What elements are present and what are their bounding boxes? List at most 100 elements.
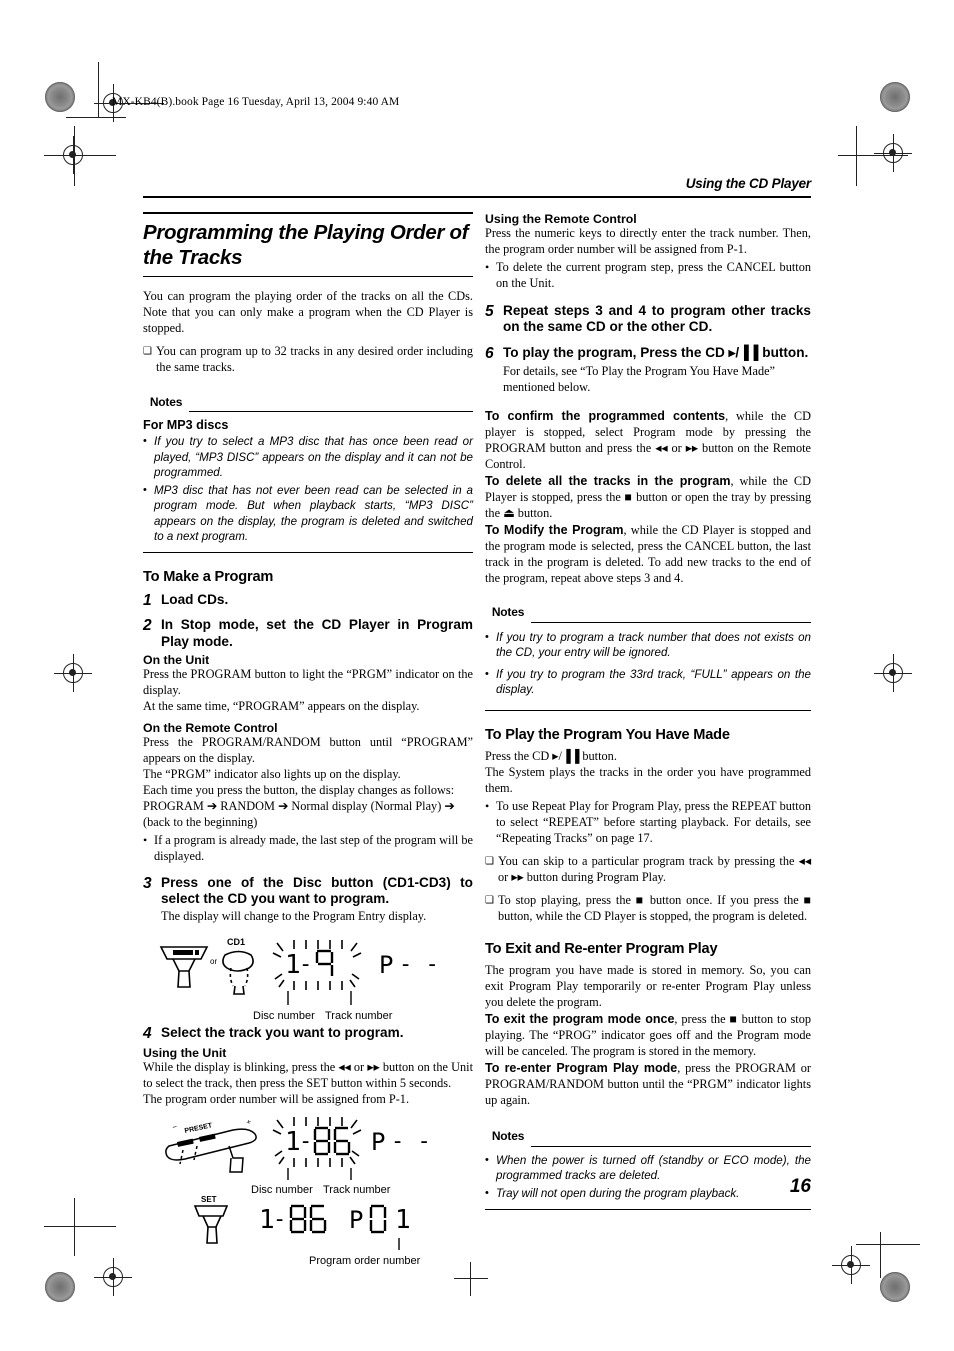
- play-bullet-text: To use Repeat Play for Program Play, pre…: [496, 798, 811, 845]
- caption-track-number: Track number: [325, 1010, 393, 1022]
- note-item: • MP3 disc that has not ever been read c…: [143, 483, 473, 545]
- notes-rule: [531, 1145, 811, 1147]
- step-text: Press one of the Disc button (CD1-CD3) t…: [161, 874, 473, 907]
- step-4-paragraph-1: While the display is blinking, press the…: [143, 1059, 473, 1090]
- remote-paragraph-1: Press the PROGRAM/RANDOM button until “P…: [143, 734, 473, 765]
- play-square-text-1: You can skip to a particular program tra…: [498, 853, 811, 884]
- registration-mark-mid-left: [54, 654, 92, 692]
- exit-paragraph-2: To exit the program mode once, press the…: [485, 1011, 811, 1060]
- page-number: 16: [789, 1176, 811, 1197]
- step-1: 1 Load CDs.: [143, 592, 473, 610]
- step-2: 2 In Stop mode, set the CD Player in Pro…: [143, 617, 473, 650]
- notes-label: Notes: [143, 390, 189, 414]
- subheading-using-the-unit: Using the Unit: [143, 1045, 227, 1060]
- figure-2-illustration: PRESET − + 1 - P - - Disc number Track n…: [165, 1116, 431, 1196]
- step-4-paragraph-2: The program order number will be assigne…: [143, 1091, 410, 1106]
- note-item: • If you try to select a MP3 disc that h…: [143, 434, 473, 481]
- running-head: Using the CD Player: [685, 176, 811, 191]
- reenter-bold: To re-enter Program Play mode: [485, 1060, 678, 1075]
- play-text-b: button.: [579, 749, 617, 764]
- dot-bullet-icon: •: [485, 1186, 489, 1199]
- modify-bold: To Modify the Program: [485, 522, 624, 537]
- dot-bullet-icon: •: [485, 1153, 489, 1166]
- color-registration-patch-bottom-left: [45, 1272, 75, 1302]
- note-text: MP3 disc that has not ever been read can…: [154, 483, 473, 544]
- registration-mark-bottom-left: [94, 1258, 132, 1296]
- figure-program-entry-display: or CD1 1 - P - - Disc number Track numbe…: [143, 933, 473, 1023]
- section-heading-exit-reenter: To Exit and Re-enter Program Play: [485, 940, 718, 957]
- right-remote-bullet-text: To delete the current program step, pres…: [496, 259, 811, 290]
- step-text: To play the program, Press the CD ▸/▐▐ b…: [503, 345, 811, 363]
- left-column: Programming the Playing Order of the Tra…: [143, 212, 473, 1267]
- square-bullet-icon: ❑: [485, 894, 494, 906]
- note-item: • If you try to program a track number t…: [485, 630, 811, 661]
- dot-bullet-icon: •: [143, 435, 147, 448]
- svg-text:-: -: [273, 1207, 286, 1232]
- exit-bold: To exit the program mode once: [485, 1011, 675, 1026]
- note-item: • Tray will not open during the program …: [485, 1186, 811, 1202]
- registration-mark-top-right: [874, 134, 912, 172]
- right-remote-bullet: • To delete the current program step, pr…: [485, 260, 811, 292]
- color-registration-patch-top-right: [880, 82, 910, 112]
- step-text: Select the track you want to program.: [161, 1024, 404, 1040]
- step-number: 6: [485, 344, 494, 362]
- confirm-bold: To confirm the programmed contents: [485, 409, 726, 424]
- svg-text:PRESET: PRESET: [184, 1122, 214, 1135]
- dot-bullet-icon: •: [143, 483, 147, 496]
- play-square-item-2: ❑ To stop playing, press the ■ button on…: [485, 893, 811, 925]
- color-registration-patch-top-left: [45, 82, 75, 112]
- subheading-on-the-unit: On the Unit: [143, 652, 210, 667]
- dot-bullet-icon: •: [485, 630, 489, 643]
- step-3: 3 Press one of the Disc button (CD1-CD3)…: [143, 875, 473, 908]
- intro-bullet-text: You can program up to 32 tracks in any d…: [156, 344, 473, 375]
- notes-bottom-rule: [143, 551, 473, 553]
- dot-bullet-icon: •: [485, 667, 489, 680]
- step-6-text-a: To play the program, Press the CD: [503, 344, 729, 360]
- play-pause-icon: ▸/▐▐: [728, 344, 759, 360]
- step-number: 2: [143, 617, 152, 635]
- notes-label: Notes: [485, 1124, 531, 1148]
- note-item: • When the power is turned off (standby …: [485, 1153, 811, 1184]
- unit-paragraph-1: Press the PROGRAM button to light the “P…: [143, 666, 473, 697]
- crop-mark: [880, 1232, 881, 1278]
- svg-text:P: P: [349, 1206, 363, 1234]
- play-paragraph-2: The System plays the tracks in the order…: [485, 765, 811, 795]
- notes-heading: For MP3 discs: [143, 418, 229, 433]
- notes-box-program: Notes • If you try to program a track nu…: [485, 600, 811, 712]
- notes-box-power: Notes • When the power is turned off (st…: [485, 1124, 811, 1211]
- remote-paragraph-3: Each time you press the button, the disp…: [143, 782, 455, 797]
- figure-1-illustration: or CD1 1 - P - - Disc number Track numbe…: [159, 937, 439, 1022]
- step-number: 3: [143, 874, 152, 892]
- note-text: If you try to program a track number tha…: [496, 630, 811, 660]
- svg-text:SET: SET: [201, 1195, 217, 1204]
- note-text: If you try to program the 33rd track, “F…: [496, 667, 811, 697]
- notes-bottom-rule: [485, 710, 811, 712]
- delete-all-bold: To delete all the tracks in the program: [485, 474, 731, 488]
- right-column: Using the Remote Control Press the numer…: [485, 212, 811, 1266]
- play-pause-icon: ▸/▐▐: [552, 749, 580, 764]
- svg-text:-: -: [299, 1129, 312, 1154]
- remote-paragraph-2: The “PRGM” indicator also lights up on t…: [143, 766, 401, 781]
- intro-bullet: ❑ You can program up to 32 tracks in any…: [143, 344, 473, 376]
- svg-text:or: or: [210, 957, 217, 966]
- notes-book-icon: Notes: [485, 1124, 531, 1148]
- running-head-rule: [143, 196, 811, 198]
- svg-text:+: +: [246, 1117, 253, 1127]
- notes-book-icon: Notes: [485, 600, 531, 624]
- play-text-a: Press the CD: [485, 749, 553, 764]
- play-square-text-2: To stop playing, press the ■ button once…: [498, 892, 811, 923]
- svg-text:- -: - -: [391, 1129, 431, 1154]
- notes-rule: [189, 411, 473, 413]
- play-paragraph-1: Press the CD ▸/▐▐ button.: [485, 749, 811, 765]
- page-body: Using the CD Player Programming the Play…: [143, 176, 811, 1267]
- step-number: 5: [485, 302, 494, 320]
- crop-mark: [66, 117, 126, 118]
- crop-mark: [44, 1226, 116, 1227]
- crop-mark: [838, 155, 908, 156]
- crop-mark: [856, 126, 857, 186]
- caption-program-order-number: Program order number: [309, 1255, 421, 1267]
- confirm-paragraph: To confirm the programmed contents, whil…: [485, 408, 811, 473]
- svg-text:−: −: [172, 1122, 179, 1132]
- section-heading-play-program: To Play the Program You Have Made: [485, 727, 730, 744]
- dot-bullet-icon: •: [485, 798, 490, 813]
